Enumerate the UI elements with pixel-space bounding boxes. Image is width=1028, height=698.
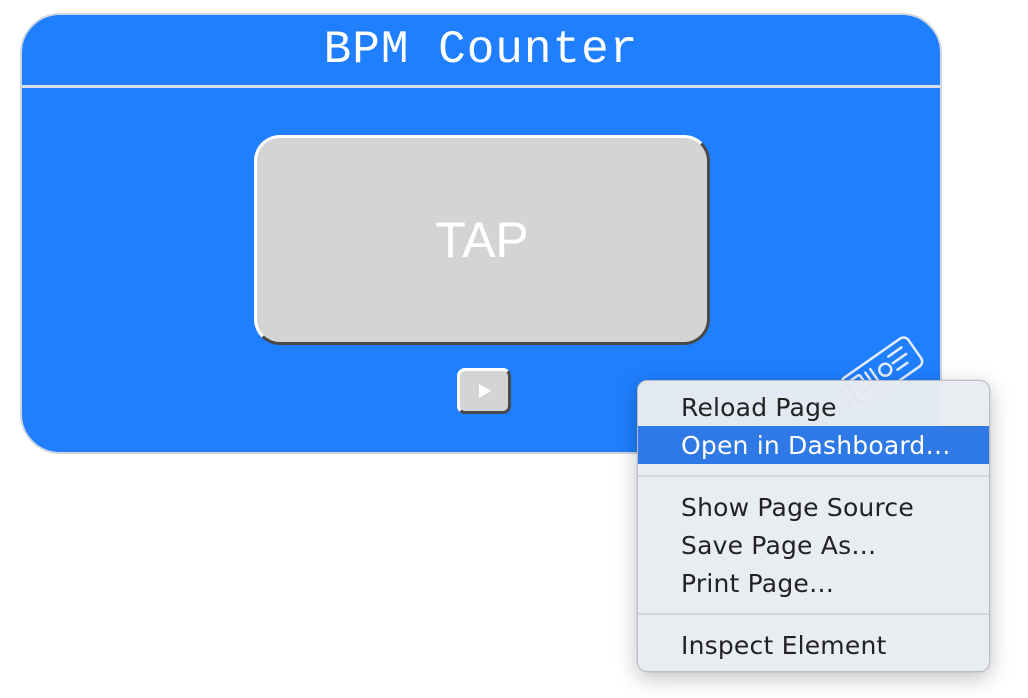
menu-item-inspect-element[interactable]: Inspect Element xyxy=(638,626,989,664)
menu-item-save-page-as[interactable]: Save Page As… xyxy=(638,526,989,564)
context-menu: Reload Page Open in Dashboard… Show Page… xyxy=(637,380,990,672)
menu-separator xyxy=(638,475,989,477)
menu-item-print-page[interactable]: Print Page… xyxy=(638,564,989,602)
widget-title: BPM Counter xyxy=(323,24,639,76)
play-button[interactable] xyxy=(457,368,511,414)
tap-button[interactable]: TAP xyxy=(254,135,710,345)
menu-item-show-page-source[interactable]: Show Page Source xyxy=(638,488,989,526)
title-divider xyxy=(22,85,940,88)
play-icon xyxy=(475,382,493,400)
menu-item-reload-page[interactable]: Reload Page xyxy=(638,388,989,426)
menu-separator xyxy=(638,613,989,615)
menu-item-open-in-dashboard[interactable]: Open in Dashboard… xyxy=(638,426,989,464)
